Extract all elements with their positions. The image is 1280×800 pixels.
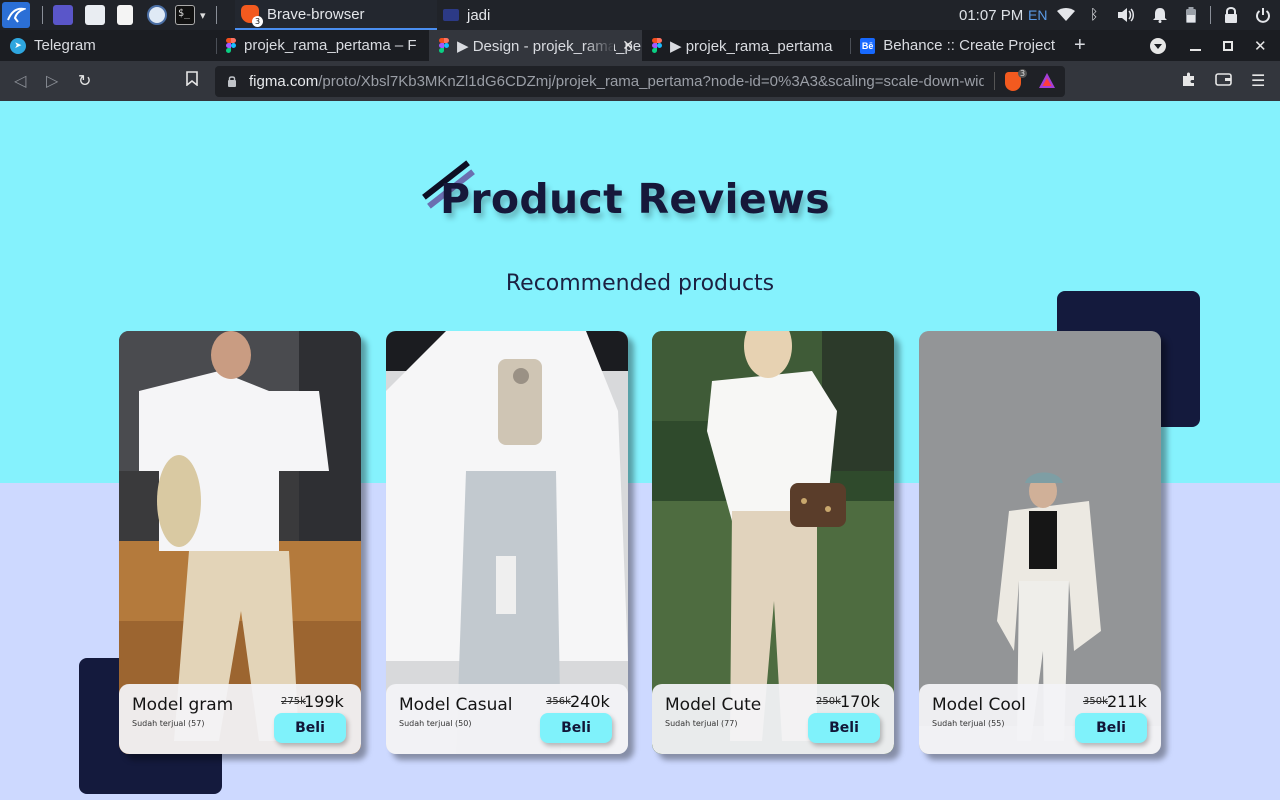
close-window-icon[interactable]: ✕ — [1254, 30, 1267, 61]
bookmark-icon[interactable] — [186, 71, 198, 90]
browser-toolbar: ◁ ▷ ↻ figma.com/proto/Xbsl7Kb3MKnZl1dG6C… — [0, 61, 1280, 101]
battery-icon[interactable] — [1185, 0, 1197, 30]
tab-label: projek_rama_pertama – F — [244, 37, 417, 54]
os-taskbar: $_ ▾ 3 Brave-browser jadi 01:07 PM EN ᛒ — [0, 0, 1280, 30]
terminal-icon[interactable]: $_ — [175, 5, 195, 25]
product-info-panel: Model Cute Sudah terjual (77) 250k 170k … — [652, 684, 894, 754]
url-path: /proto/Xbsl7Kb3MKnZl1dG6CDZmj/projek_ram… — [318, 73, 984, 90]
brave-icon: 3 — [241, 5, 263, 27]
forward-icon[interactable]: ▷ — [46, 71, 58, 90]
product-info-panel: Model Cool Sudah terjual (55) 350k 211k … — [919, 684, 1161, 754]
text-editor-icon[interactable] — [117, 5, 133, 25]
tab-label: ▶ Design - projek_rama_pertama — [457, 37, 642, 55]
section-subtitle: Recommended products — [505, 271, 775, 296]
tab-behance[interactable]: Bē Behance :: Create Project — [850, 30, 1065, 61]
task-brave-browser[interactable]: 3 Brave-browser — [235, 0, 437, 30]
product-name: Model Casual — [399, 695, 513, 715]
buy-button[interactable]: Beli — [540, 713, 612, 743]
url-domain: figma.com — [249, 73, 319, 90]
taskbar-divider — [216, 6, 217, 24]
tab-list-icon[interactable] — [1150, 30, 1166, 61]
tab-figma-file[interactable]: projek_rama_pertama – F — [216, 30, 429, 61]
extensions-icon[interactable] — [1181, 71, 1197, 91]
folder-icon — [443, 9, 459, 21]
tab-telegram[interactable]: ➤ Telegram — [0, 30, 215, 61]
restore-window-icon[interactable] — [1223, 30, 1233, 61]
tab-label: Behance :: Create Project — [883, 37, 1055, 54]
page-title: Product Reviews — [440, 175, 830, 223]
tab-figma-design[interactable]: ▶ Design - projek_rama_pertama ✕ — [429, 30, 642, 61]
tab-label: Telegram — [34, 37, 96, 54]
product-name: Model Cute — [665, 695, 762, 715]
taskbar-divider — [42, 6, 43, 24]
product-name: Model Cool — [932, 695, 1026, 715]
original-price: 350k — [1083, 696, 1108, 707]
figma-icon — [652, 38, 662, 53]
sale-price: 211k — [1107, 692, 1147, 711]
minimize-window-icon[interactable] — [1190, 30, 1201, 61]
product-info-panel: Model Casual Sudah terjual (50) 356k 240… — [386, 684, 628, 754]
sold-count: Sudah terjual (50) — [399, 719, 472, 728]
close-tab-icon[interactable]: ✕ — [622, 37, 634, 54]
figma-icon — [226, 38, 236, 53]
task-badge: 3 — [252, 16, 263, 27]
sold-count: Sudah terjual (55) — [932, 719, 1005, 728]
brave-rewards-icon[interactable] — [1038, 72, 1056, 93]
power-icon[interactable] — [1255, 0, 1271, 30]
sold-count: Sudah terjual (77) — [665, 719, 738, 728]
url-text[interactable]: figma.com/proto/Xbsl7Kb3MKnZl1dG6CDZmj/p… — [249, 73, 984, 90]
task-jadi[interactable]: jadi — [437, 0, 637, 30]
tab-label: ▶ projek_rama_pertama — [670, 37, 833, 55]
sale-price: 199k — [304, 692, 344, 711]
product-card[interactable]: Model gram Sudah terjual (57) 275k 199k … — [119, 331, 361, 754]
original-price: 356k — [546, 696, 571, 707]
tab-figma-prototype[interactable]: ▶ projek_rama_pertama — [642, 30, 847, 61]
desktop-icon[interactable] — [53, 5, 73, 25]
telegram-icon: ➤ — [10, 37, 26, 54]
file-manager-icon[interactable] — [85, 5, 105, 25]
sale-price: 170k — [840, 692, 880, 711]
lock-icon[interactable] — [1224, 0, 1238, 30]
volume-icon[interactable] — [1117, 0, 1135, 30]
padlock-icon[interactable] — [227, 72, 237, 91]
notification-bell-icon[interactable] — [1152, 0, 1168, 30]
task-label: jadi — [467, 6, 491, 24]
chevron-down-icon[interactable]: ▾ — [200, 0, 206, 30]
prototype-canvas: Product Reviews Recommended products Mod… — [0, 101, 1280, 800]
product-card[interactable]: Model Casual Sudah terjual (50) 356k 240… — [386, 331, 628, 754]
figma-icon — [439, 38, 449, 53]
browser-tab-strip: ➤ Telegram projek_rama_pertama – F ▶ Des… — [0, 30, 1280, 61]
task-label: Brave-browser — [267, 5, 365, 23]
wallet-icon[interactable] — [1215, 71, 1232, 90]
product-info-panel: Model gram Sudah terjual (57) 275k 199k … — [119, 684, 361, 754]
product-card[interactable]: Model Cool Sudah terjual (55) 350k 211k … — [919, 331, 1161, 754]
sold-count: Sudah terjual (57) — [132, 719, 205, 728]
reload-icon[interactable]: ↻ — [78, 71, 91, 90]
buy-button[interactable]: Beli — [808, 713, 880, 743]
product-name: Model gram — [132, 695, 234, 715]
buy-button[interactable]: Beli — [274, 713, 346, 743]
keyboard-layout[interactable]: EN — [1028, 0, 1047, 30]
original-price: 275k — [281, 696, 306, 707]
kali-menu-icon[interactable] — [2, 2, 30, 28]
new-tab-button[interactable]: + — [1074, 30, 1098, 61]
back-icon[interactable]: ◁ — [14, 71, 26, 90]
clock[interactable]: 01:07 PM — [959, 0, 1023, 30]
sale-price: 240k — [570, 692, 610, 711]
original-price: 250k — [816, 696, 841, 707]
buy-button[interactable]: Beli — [1075, 713, 1147, 743]
product-card[interactable]: Model Cute Sudah terjual (77) 250k 170k … — [652, 331, 894, 754]
taskbar-divider — [1210, 6, 1211, 24]
address-bar[interactable]: figma.com/proto/Xbsl7Kb3MKnZl1dG6CDZmj/p… — [215, 66, 1065, 97]
behance-icon: Bē — [860, 37, 876, 54]
shield-badge: 3 — [1018, 69, 1028, 78]
wifi-icon[interactable] — [1057, 0, 1075, 30]
web-browser-icon[interactable] — [147, 5, 167, 25]
bluetooth-icon[interactable]: ᛒ — [1090, 0, 1098, 30]
menu-icon[interactable]: ☰ — [1251, 71, 1265, 90]
